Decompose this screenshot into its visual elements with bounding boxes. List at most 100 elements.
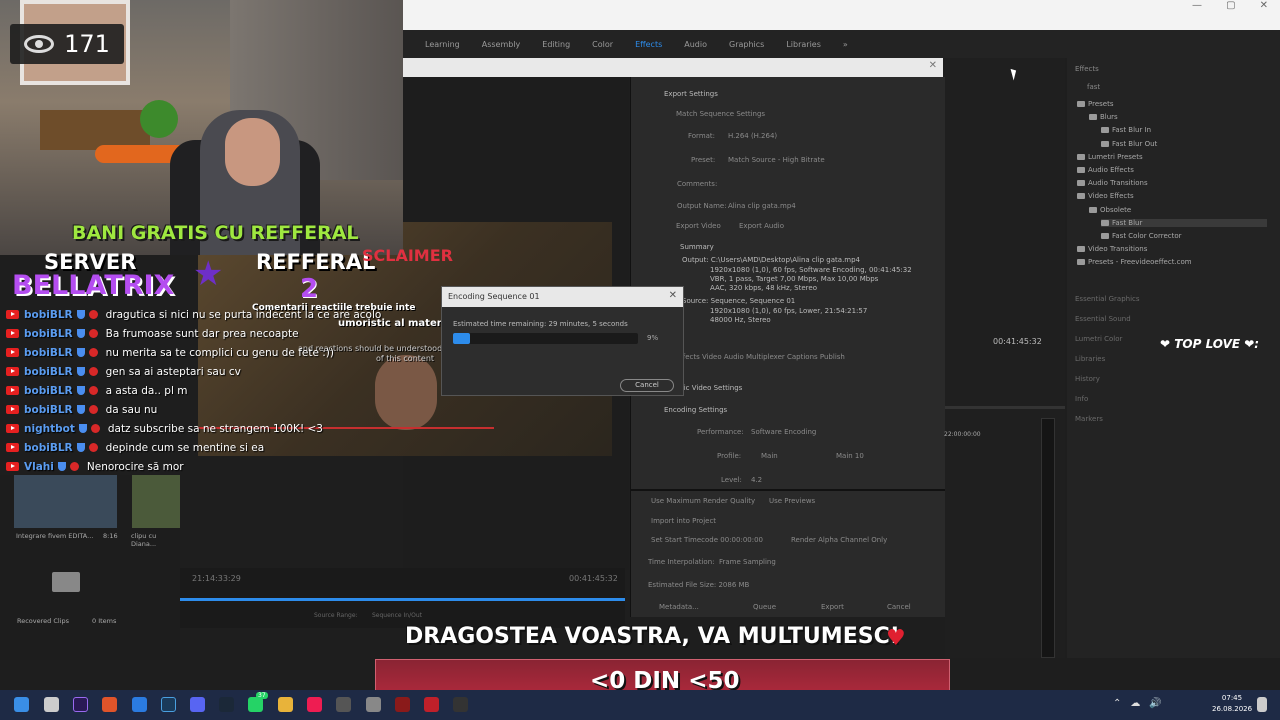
chat-username: bobiBLR [24,384,73,397]
effects-tree-item[interactable]: Blurs [1089,113,1267,121]
folder-icon[interactable] [52,572,80,592]
source-range-select[interactable]: Sequence In/Out [372,612,422,619]
workspace-tab[interactable]: Libraries [786,40,821,49]
export-video-checkbox[interactable]: Export Video [676,222,721,230]
app-icon[interactable] [424,697,439,712]
effects-tree-item[interactable]: Presets [1077,100,1267,108]
notifications-icon[interactable] [1257,697,1267,712]
chat-message: bobiBLR da sau nu [6,400,157,419]
clip-thumbnail[interactable] [14,475,117,528]
vscode-icon[interactable] [132,697,147,712]
cancel-button[interactable]: Cancel [887,603,911,611]
workspace-tab[interactable]: » [843,40,848,49]
youtube-icon [6,405,19,414]
folder-icon [1077,193,1085,200]
brave-icon[interactable] [102,697,117,712]
render-alpha-checkbox[interactable]: Render Alpha Channel Only [791,536,887,544]
close-icon[interactable]: ✕ [669,290,677,301]
profile-main10-radio[interactable]: Main 10 [836,452,864,460]
clock-date: 26.08.2026 [1212,705,1253,713]
panel-tab[interactable]: Lumetri Color [1075,335,1122,343]
effects-panel-title: Effects [1075,65,1099,73]
queue-button[interactable]: Queue [753,603,776,611]
explorer-icon[interactable] [278,697,293,712]
workspace-tab[interactable]: Color [592,40,613,49]
discord-icon[interactable] [190,697,205,712]
effects-tree-label: Fast Blur Out [1112,139,1158,148]
format-select[interactable]: H.264 (H.264) [728,132,777,140]
effects-tree-item[interactable]: Lumetri Presets [1077,153,1267,161]
windows-start-icon[interactable] [14,697,29,712]
panel-tab[interactable]: Essential Graphics [1075,295,1140,303]
export-close-icon[interactable]: ✕ [929,60,937,71]
workspace-bar: Learning Assembly Editing Color Effects Audio… [403,30,1280,58]
effects-tree-label: Blurs [1100,113,1118,122]
steam-icon[interactable] [219,697,234,712]
effects-tree-item[interactable]: Obsolete [1089,206,1267,214]
panel-tab[interactable]: Info [1075,395,1088,403]
set-start-checkbox[interactable]: Set Start Timecode 00:00:00:00 [651,536,763,544]
max-render-checkbox[interactable]: Use Maximum Render Quality [651,497,755,505]
workspace-tab[interactable]: Learning [425,40,460,49]
chat-text: datz subscribe sa ne strangem 100K! <3 [107,422,323,435]
effects-tree-item[interactable]: Fast Blur In [1101,126,1267,134]
app-icon[interactable] [453,697,468,712]
effects-tree-item[interactable]: Fast Color Corrector [1101,232,1267,240]
performance-select[interactable]: Software Encoding [751,428,816,436]
timeline-ruler[interactable] [945,406,1065,409]
panel-tab[interactable]: History [1075,375,1100,383]
effects-tree-item[interactable]: Video Transitions [1077,245,1267,253]
effects-tree-item[interactable]: Video Effects [1077,192,1267,200]
premiere-icon[interactable] [73,697,88,712]
encoding-cancel-button[interactable]: Cancel [620,379,674,392]
tiktok-icon[interactable] [307,697,322,712]
effects-search-input[interactable]: fast [1087,83,1100,91]
profile-main-radio[interactable]: Main [761,452,778,460]
chat-username: bobiBLR [24,346,73,359]
taskbar-clock[interactable]: 07:45 26.08.2026 [1212,693,1252,715]
effects-tree-item[interactable]: Fast Blur [1101,218,1267,227]
minimize-icon[interactable]: — [1192,0,1202,14]
source-playbar[interactable] [180,598,625,601]
summary-source: Source: Sequence, Sequence 01 [682,297,796,305]
encoding-settings-heading[interactable]: Encoding Settings [664,406,727,414]
system-tray[interactable]: ⌃☁🔊 [1113,698,1171,709]
task-view-icon[interactable] [44,697,59,712]
whatsapp-icon[interactable] [248,697,263,712]
youtube-icon [6,329,19,338]
workspace-tab[interactable]: Assembly [482,40,521,49]
format-label: Format: [688,132,716,140]
clip-thumbnail[interactable] [132,475,180,528]
effects-tree-item[interactable]: Audio Effects [1077,166,1267,174]
level-select[interactable]: 4.2 [751,476,762,484]
calculator-icon[interactable] [366,697,381,712]
photoshop-icon[interactable] [161,697,176,712]
match-seq-checkbox[interactable]: Match Sequence Settings [676,110,765,118]
workspace-tab[interactable]: Effects [635,40,662,49]
close-icon[interactable]: ✕ [1260,0,1268,14]
time-interp-select[interactable]: Frame Sampling [719,558,776,566]
audio-meter [1041,418,1055,658]
strawberry-icon [88,443,98,452]
panel-tab[interactable]: Markers [1075,415,1103,423]
preset-label: Preset: [691,156,716,164]
obs-icon[interactable] [336,697,351,712]
effects-tree-item[interactable]: Presets - Freevideoeffect.com [1077,258,1267,266]
workspace-tab[interactable]: Audio [684,40,707,49]
app-icon[interactable] [395,697,410,712]
preset-select[interactable]: Match Source - High Bitrate [728,156,825,164]
maximize-icon[interactable]: ▢ [1226,0,1235,14]
export-audio-checkbox[interactable]: Export Audio [739,222,784,230]
effects-tree-item[interactable]: Fast Blur Out [1101,140,1267,148]
panel-tab[interactable]: Libraries [1075,355,1105,363]
export-tabs[interactable]: Effects Video Audio Multiplexer Captions… [676,353,845,361]
use-previews-checkbox[interactable]: Use Previews [769,497,815,505]
export-button[interactable]: Export [821,603,844,611]
metadata-button[interactable]: Metadata... [659,603,699,611]
output-name-link[interactable]: Alina clip gata.mp4 [728,202,796,210]
effects-tree-item[interactable]: Audio Transitions [1077,179,1267,187]
workspace-tab[interactable]: Graphics [729,40,764,49]
import-project-checkbox[interactable]: Import into Project [651,517,716,525]
workspace-tab[interactable]: Editing [542,40,570,49]
panel-tab[interactable]: Essential Sound [1075,315,1131,323]
